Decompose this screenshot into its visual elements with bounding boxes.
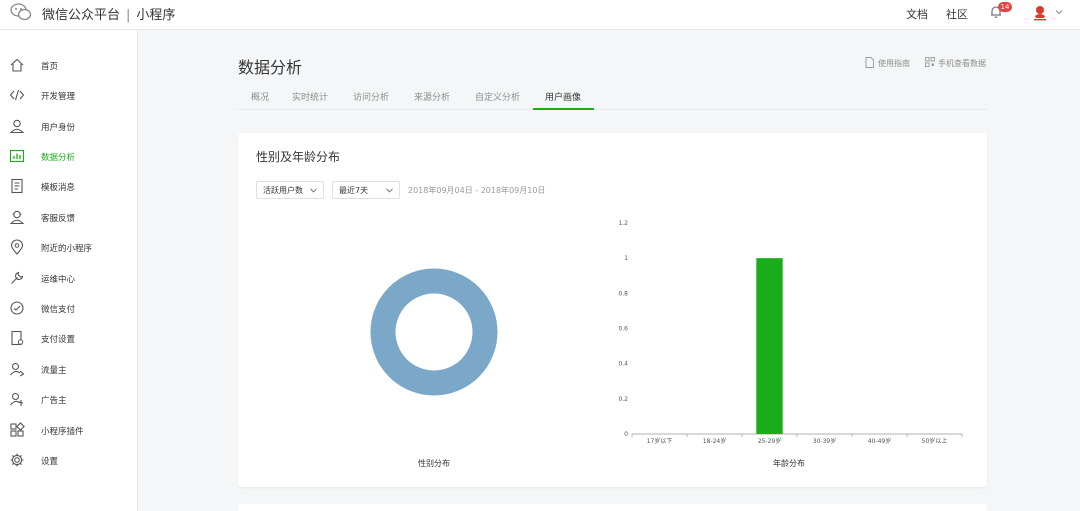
sidebar: 首页 开发管理 用户身份 数据分析 模板消息 客服反馈 附近的小程序 运维中心 … bbox=[0, 30, 138, 511]
age-bar-chart: 0 0.2 0.4 0.6 0.8 1 1.2 17岁以下 18-24岁 25-29岁 30-39岁… bbox=[618, 220, 963, 445]
sidebar-item-identity[interactable]: 用户身份 bbox=[0, 114, 137, 140]
product-name: 小程序 bbox=[136, 8, 176, 23]
sidebar-item-pay-settings[interactable]: 支付设置 bbox=[0, 326, 137, 352]
analytics-tabs: 概况 实时统计 访问分析 来源分析 自定义分析 用户画像 bbox=[238, 86, 987, 110]
x-tick-label: 17岁以下 bbox=[647, 437, 673, 445]
y-tick-label: 1.2 bbox=[618, 220, 628, 227]
sidebar-item-plugins[interactable]: 小程序插件 bbox=[0, 418, 137, 444]
qrcode-icon bbox=[925, 57, 935, 67]
sidebar-item-traffic[interactable]: 流量主 bbox=[0, 357, 137, 383]
chevron-down-icon bbox=[386, 188, 393, 193]
plugin-icon bbox=[10, 422, 25, 437]
y-tick-label: 0 bbox=[624, 431, 628, 438]
period-select[interactable]: 最近7天 bbox=[332, 181, 400, 199]
brand-name: 微信公众平台 bbox=[42, 8, 121, 23]
x-tick-label: 40-49岁 bbox=[868, 437, 891, 445]
wrench-icon bbox=[11, 271, 24, 284]
user-icon bbox=[9, 119, 25, 134]
gender-donut-chart bbox=[370, 268, 498, 396]
tab-sources[interactable]: 来源分析 bbox=[414, 90, 450, 103]
traffic-icon bbox=[10, 362, 25, 377]
sidebar-item-label: 首页 bbox=[41, 62, 59, 72]
pay-settings-icon bbox=[11, 330, 24, 346]
sidebar-item-pay[interactable]: 微信支付 bbox=[0, 296, 137, 322]
x-tick-label: 50岁以上 bbox=[922, 437, 948, 445]
metric-select[interactable]: 活跃用户数 bbox=[256, 181, 324, 199]
metric-select-value: 活跃用户数 bbox=[263, 186, 303, 195]
tab-realtime[interactable]: 实时统计 bbox=[292, 90, 328, 103]
sidebar-item-label: 广告主 bbox=[41, 396, 67, 406]
x-tick-label: 30-39岁 bbox=[813, 437, 836, 445]
community-link[interactable]: 社区 bbox=[946, 6, 968, 22]
bar bbox=[756, 258, 783, 434]
location-icon bbox=[10, 239, 24, 255]
sidebar-item-label: 附近的小程序 bbox=[41, 244, 93, 254]
sidebar-item-label: 设置 bbox=[41, 457, 59, 467]
active-tab-indicator bbox=[533, 108, 594, 110]
mobile-link-label: 手机查看数据 bbox=[938, 59, 986, 68]
tab-overview[interactable]: 概况 bbox=[251, 90, 269, 103]
sidebar-item-label: 流量主 bbox=[41, 366, 67, 376]
sidebar-item-label: 小程序插件 bbox=[41, 427, 84, 437]
advertiser-icon bbox=[10, 392, 24, 406]
document-icon bbox=[11, 178, 23, 194]
sidebar-item-label: 用户身份 bbox=[41, 123, 76, 133]
sidebar-item-label: 微信支付 bbox=[41, 305, 76, 315]
y-tick-label: 0.8 bbox=[618, 290, 628, 297]
sidebar-item-analytics[interactable]: 数据分析 bbox=[0, 144, 137, 170]
brand-separator: | bbox=[126, 8, 131, 23]
top-bar: 微信公众平台 | 小程序 文档 社区 14 bbox=[0, 0, 1080, 30]
x-tick-label: 25-29岁 bbox=[758, 437, 781, 445]
gender-age-card: 性别及年龄分布 活跃用户数 最近7天 2018年09月04日 - 2018年09… bbox=[238, 133, 987, 487]
date-range: 2018年09月04日 - 2018年09月10日 bbox=[408, 186, 546, 195]
guide-link[interactable]: 使用指南 bbox=[865, 57, 910, 69]
tab-custom[interactable]: 自定义分析 bbox=[475, 90, 520, 103]
mobile-data-link[interactable]: 手机查看数据 bbox=[925, 57, 986, 69]
sidebar-item-home[interactable]: 首页 bbox=[0, 53, 137, 79]
age-chart-caption: 年龄分布 bbox=[773, 459, 805, 468]
sidebar-item-label: 运维中心 bbox=[41, 275, 76, 285]
notification-badge: 14 bbox=[998, 2, 1012, 12]
y-tick-label: 0.4 bbox=[618, 361, 628, 368]
pay-icon bbox=[10, 301, 24, 315]
gender-chart-caption: 性别分布 bbox=[418, 459, 450, 468]
sidebar-item-settings[interactable]: 设置 bbox=[0, 448, 137, 474]
guide-link-label: 使用指南 bbox=[878, 59, 910, 68]
card-title: 性别及年龄分布 bbox=[256, 150, 341, 164]
brand-title[interactable]: 微信公众平台 | 小程序 bbox=[42, 4, 175, 23]
y-tick-label: 1 bbox=[624, 255, 628, 262]
wechat-logo-icon bbox=[10, 3, 32, 21]
code-icon bbox=[9, 89, 25, 101]
docs-link[interactable]: 文档 bbox=[906, 6, 928, 22]
sidebar-item-label: 数据分析 bbox=[41, 153, 76, 163]
chevron-down-icon bbox=[310, 188, 317, 193]
chevron-down-icon[interactable] bbox=[1055, 9, 1063, 15]
gear-icon bbox=[10, 453, 24, 467]
sidebar-item-label: 模板消息 bbox=[41, 183, 76, 193]
avatar[interactable] bbox=[1031, 4, 1049, 22]
support-icon bbox=[9, 210, 25, 225]
sidebar-item-label: 支付设置 bbox=[41, 335, 76, 345]
y-tick-label: 0.2 bbox=[618, 396, 628, 403]
donut-slice bbox=[370, 268, 498, 396]
home-icon bbox=[10, 58, 24, 72]
tab-user-portrait[interactable]: 用户画像 bbox=[545, 90, 581, 103]
sidebar-item-advertiser[interactable]: 广告主 bbox=[0, 387, 137, 413]
sidebar-item-template[interactable]: 模板消息 bbox=[0, 174, 137, 200]
page-title: 数据分析 bbox=[238, 58, 303, 77]
period-select-value: 最近7天 bbox=[339, 186, 369, 195]
chart-icon bbox=[9, 149, 25, 163]
sidebar-item-ops[interactable]: 运维中心 bbox=[0, 266, 137, 292]
sidebar-item-label: 开发管理 bbox=[41, 92, 76, 102]
y-tick-label: 0.6 bbox=[618, 326, 628, 333]
sidebar-item-feedback[interactable]: 客服反馈 bbox=[0, 205, 137, 231]
next-card bbox=[238, 504, 987, 511]
sidebar-item-dev[interactable]: 开发管理 bbox=[0, 83, 137, 109]
document-icon bbox=[865, 57, 874, 68]
tab-visits[interactable]: 访问分析 bbox=[353, 90, 389, 103]
x-tick-label: 18-24岁 bbox=[703, 437, 726, 445]
sidebar-item-label: 客服反馈 bbox=[41, 214, 76, 224]
sidebar-item-nearby[interactable]: 附近的小程序 bbox=[0, 235, 137, 261]
